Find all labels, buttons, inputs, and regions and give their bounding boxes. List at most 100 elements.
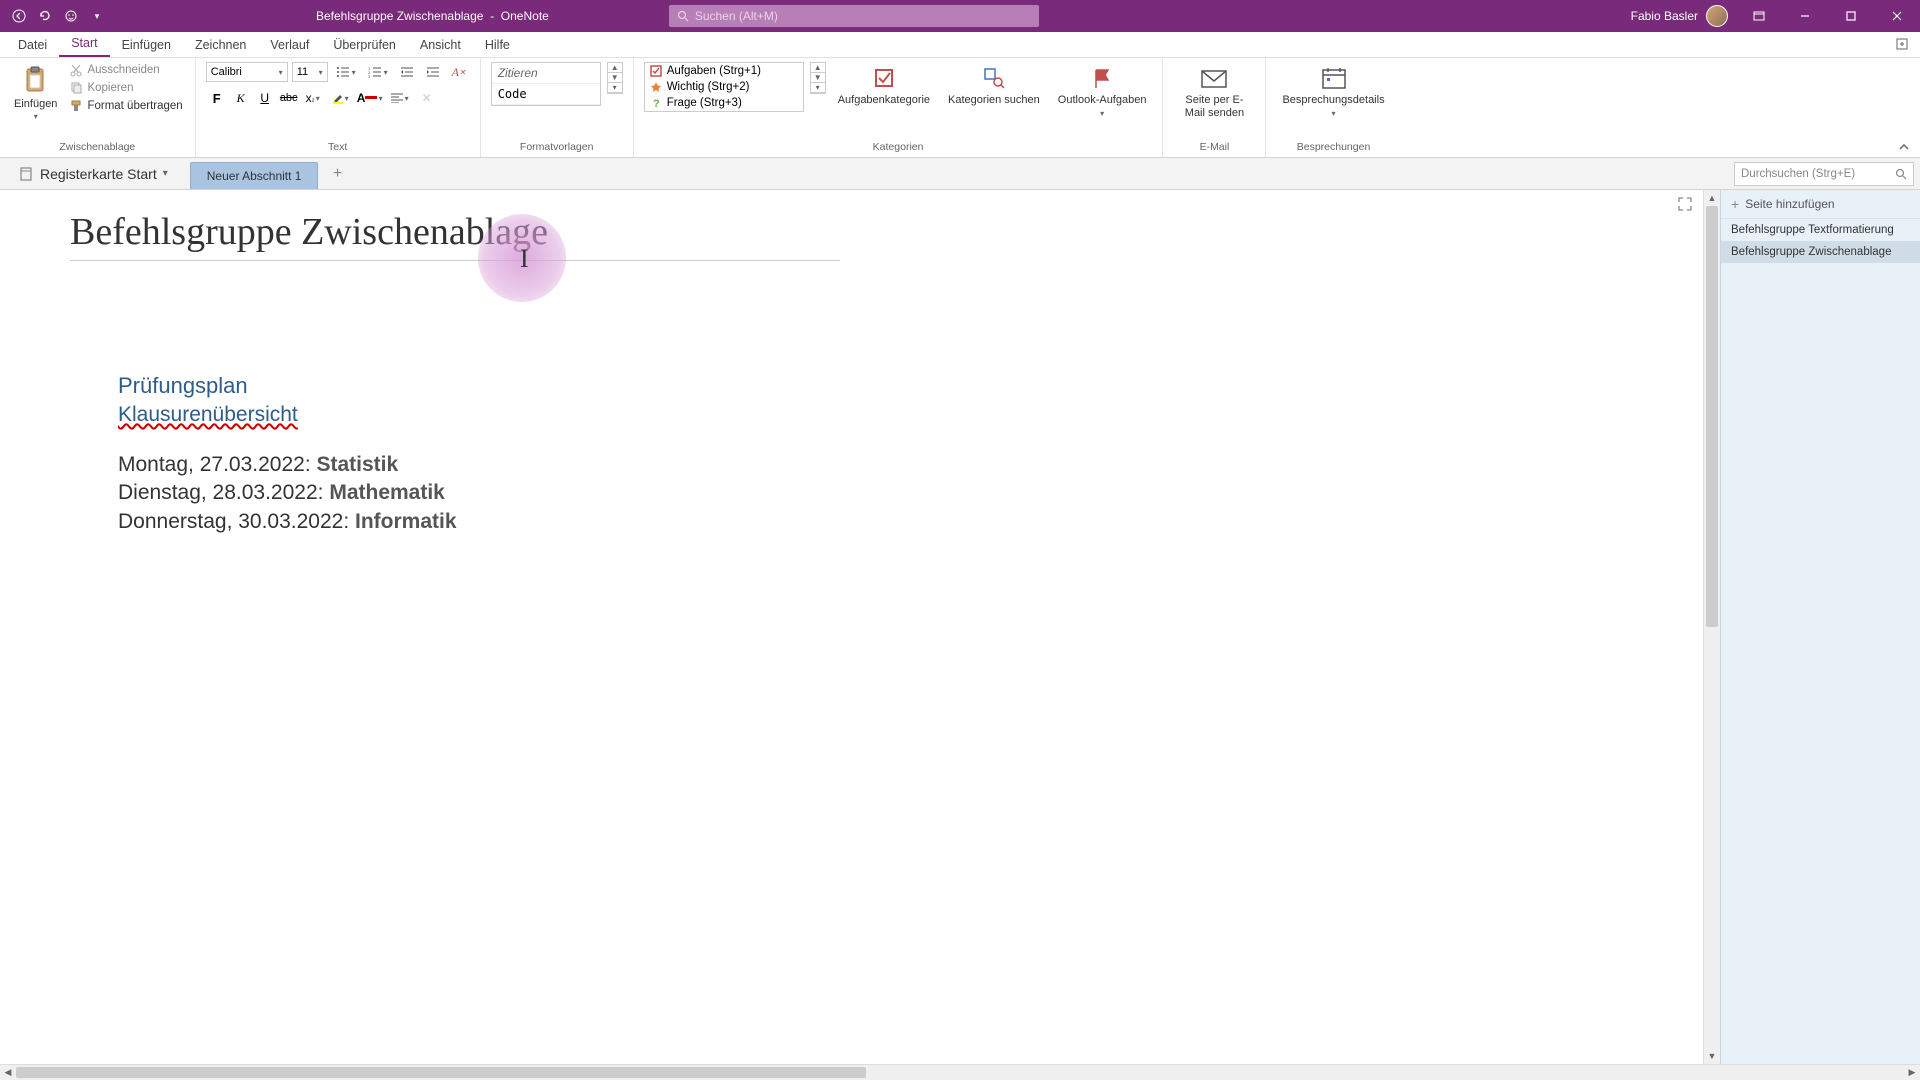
align-button[interactable]: ▾	[386, 88, 414, 108]
tab-zeichnen[interactable]: Zeichnen	[183, 34, 258, 57]
body-line: Dienstag, 28.03.2022: Mathematik	[118, 479, 1633, 507]
ribbon: Einfügen ▾ Ausschneiden Kopieren Format …	[0, 58, 1920, 158]
window-title: Befehlsgruppe Zwischenablage - OneNote	[316, 9, 549, 23]
user-name: Fabio Basler	[1631, 9, 1698, 23]
italic-button[interactable]: K	[230, 88, 252, 108]
group-label: Zwischenablage	[10, 141, 185, 155]
qat-more-icon[interactable]: ▾	[88, 7, 106, 25]
group-label: Kategorien	[644, 141, 1153, 155]
group-label: Text	[206, 141, 470, 155]
close-icon[interactable]	[1874, 0, 1920, 32]
tab-einfügen[interactable]: Einfügen	[110, 34, 183, 57]
font-name-dropdown[interactable]: Calibri▾	[206, 62, 288, 82]
add-section-button[interactable]: +	[324, 158, 350, 189]
task-category-button[interactable]: Aufgabenkategorie	[832, 62, 936, 109]
vertical-scrollbar[interactable]: ▲▼	[1703, 190, 1720, 1064]
bold-button[interactable]: F	[206, 88, 228, 108]
body-line: Donnerstag, 30.03.2022: Informatik	[118, 508, 1633, 536]
svg-text:3: 3	[368, 74, 371, 78]
note-body[interactable]: Prüfungsplan Klausurenübersicht Montag, …	[118, 371, 1633, 536]
page-canvas[interactable]: I Befehlsgruppe Zwischenablage Prüfungsp…	[0, 190, 1703, 1064]
body-line: Montag, 27.03.2022: Statistik	[118, 451, 1633, 479]
search-box[interactable]: Suchen (Alt+M)	[669, 5, 1039, 27]
collapse-ribbon-icon[interactable]	[1898, 141, 1910, 153]
tag-item[interactable]: ?Frage (Strg+3)	[645, 95, 803, 111]
page-list-pane: + Seite hinzufügen Befehlsgruppe Textfor…	[1720, 190, 1920, 1064]
indent-button[interactable]	[422, 62, 444, 82]
tab-datei[interactable]: Datei	[6, 34, 59, 57]
back-icon[interactable]	[10, 7, 28, 25]
tag-item[interactable]: Aufgaben (Strg+1)	[645, 63, 803, 79]
paste-button[interactable]: Einfügen ▾	[10, 62, 61, 123]
group-meetings: Besprechungsdetails▾ Besprechungen	[1266, 58, 1400, 157]
checkbox-icon	[650, 65, 662, 77]
paste-label: Einfügen	[14, 98, 57, 110]
style-item[interactable]: Code	[492, 84, 600, 105]
search-icon	[1895, 168, 1907, 180]
meeting-details-button[interactable]: Besprechungsdetails▾	[1276, 62, 1390, 121]
group-tags: Aufgaben (Strg+1)Wichtig (Strg+2)?Frage …	[634, 58, 1164, 157]
email-page-button[interactable]: Seite per E-Mail senden	[1173, 62, 1255, 122]
share-icon[interactable]	[1894, 36, 1910, 52]
styles-spinner[interactable]: ▲▼▾	[607, 62, 623, 94]
format-painter-button[interactable]: Format übertragen	[67, 98, 184, 114]
styles-gallery[interactable]: Zitieren Code	[491, 62, 601, 106]
page-title[interactable]: Befehlsgruppe Zwischenablage	[70, 210, 840, 261]
group-label: Besprechungen	[1276, 141, 1390, 155]
section-tab[interactable]: Neuer Abschnitt 1	[190, 162, 319, 189]
notebook-icon	[18, 166, 34, 182]
tab-start[interactable]: Start	[59, 32, 109, 57]
tag-item[interactable]: Wichtig (Strg+2)	[645, 79, 803, 95]
page-list-item[interactable]: Befehlsgruppe Textformatierung	[1721, 219, 1920, 241]
search-icon	[677, 10, 689, 22]
font-size-dropdown[interactable]: 11▾	[292, 62, 328, 82]
add-page-button[interactable]: + Seite hinzufügen	[1721, 190, 1920, 219]
tab-hilfe[interactable]: Hilfe	[473, 34, 522, 57]
group-text: Calibri▾ 11▾ ▾ 123▾ A✕ F K U abc x₂▾ ▾ A…	[196, 58, 481, 157]
find-tags-button[interactable]: Kategorien suchen	[942, 62, 1046, 109]
cut-button: Ausschneiden	[67, 62, 184, 78]
page-search-input[interactable]: Durchsuchen (Strg+E)	[1734, 162, 1914, 186]
outdent-button[interactable]	[396, 62, 418, 82]
highlight-button[interactable]: ▾	[326, 88, 354, 108]
page-list-item[interactable]: Befehlsgruppe Zwischenablage	[1721, 241, 1920, 263]
format-painter-icon	[69, 99, 83, 113]
outlook-tasks-button[interactable]: Outlook-Aufgaben▾	[1052, 62, 1153, 121]
clear-formatting-button[interactable]: A✕	[448, 62, 470, 82]
question-icon: ?	[650, 97, 662, 109]
fullscreen-icon[interactable]	[1677, 196, 1693, 212]
body-heading: Prüfungsplan	[118, 371, 1633, 401]
tab-verlauf[interactable]: Verlauf	[258, 34, 321, 57]
undo-icon[interactable]	[36, 7, 54, 25]
ribbon-display-icon[interactable]	[1736, 0, 1782, 32]
tab-ansicht[interactable]: Ansicht	[408, 34, 473, 57]
tab-überprüfen[interactable]: Überprüfen	[321, 34, 408, 57]
notebook-dropdown[interactable]: Registerkarte Start ▾	[8, 158, 178, 189]
touch-mode-icon[interactable]	[62, 7, 80, 25]
group-email: Seite per E-Mail senden E-Mail	[1163, 58, 1266, 157]
numbering-button[interactable]: 123▾	[364, 62, 392, 82]
svg-text:?: ?	[653, 98, 660, 109]
group-label: E-Mail	[1173, 141, 1255, 155]
minimize-icon[interactable]	[1782, 0, 1828, 32]
font-color-button[interactable]: A▾	[356, 88, 384, 108]
style-item[interactable]: Zitieren	[492, 63, 600, 84]
maximize-icon[interactable]	[1828, 0, 1874, 32]
main-area: I Befehlsgruppe Zwischenablage Prüfungsp…	[0, 190, 1920, 1064]
user-account[interactable]: Fabio Basler	[1631, 5, 1736, 27]
strikethrough-button[interactable]: abc	[278, 88, 300, 108]
bullets-button[interactable]: ▾	[332, 62, 360, 82]
cut-icon	[69, 63, 83, 77]
find-tags-icon	[980, 64, 1008, 92]
notebook-name: Registerkarte Start	[40, 166, 157, 182]
underline-button[interactable]: U	[254, 88, 276, 108]
horizontal-scrollbar[interactable]: ◀▶	[0, 1064, 1920, 1080]
subscript-button[interactable]: x₂▾	[302, 88, 324, 108]
envelope-icon	[1200, 64, 1228, 92]
tags-gallery[interactable]: Aufgaben (Strg+1)Wichtig (Strg+2)?Frage …	[644, 62, 804, 112]
flag-icon	[1088, 64, 1116, 92]
page-search-placeholder: Durchsuchen (Strg+E)	[1741, 168, 1855, 180]
delete-button: ✕	[416, 88, 438, 108]
avatar	[1706, 5, 1728, 27]
tags-spinner[interactable]: ▲▼▾	[810, 62, 826, 94]
